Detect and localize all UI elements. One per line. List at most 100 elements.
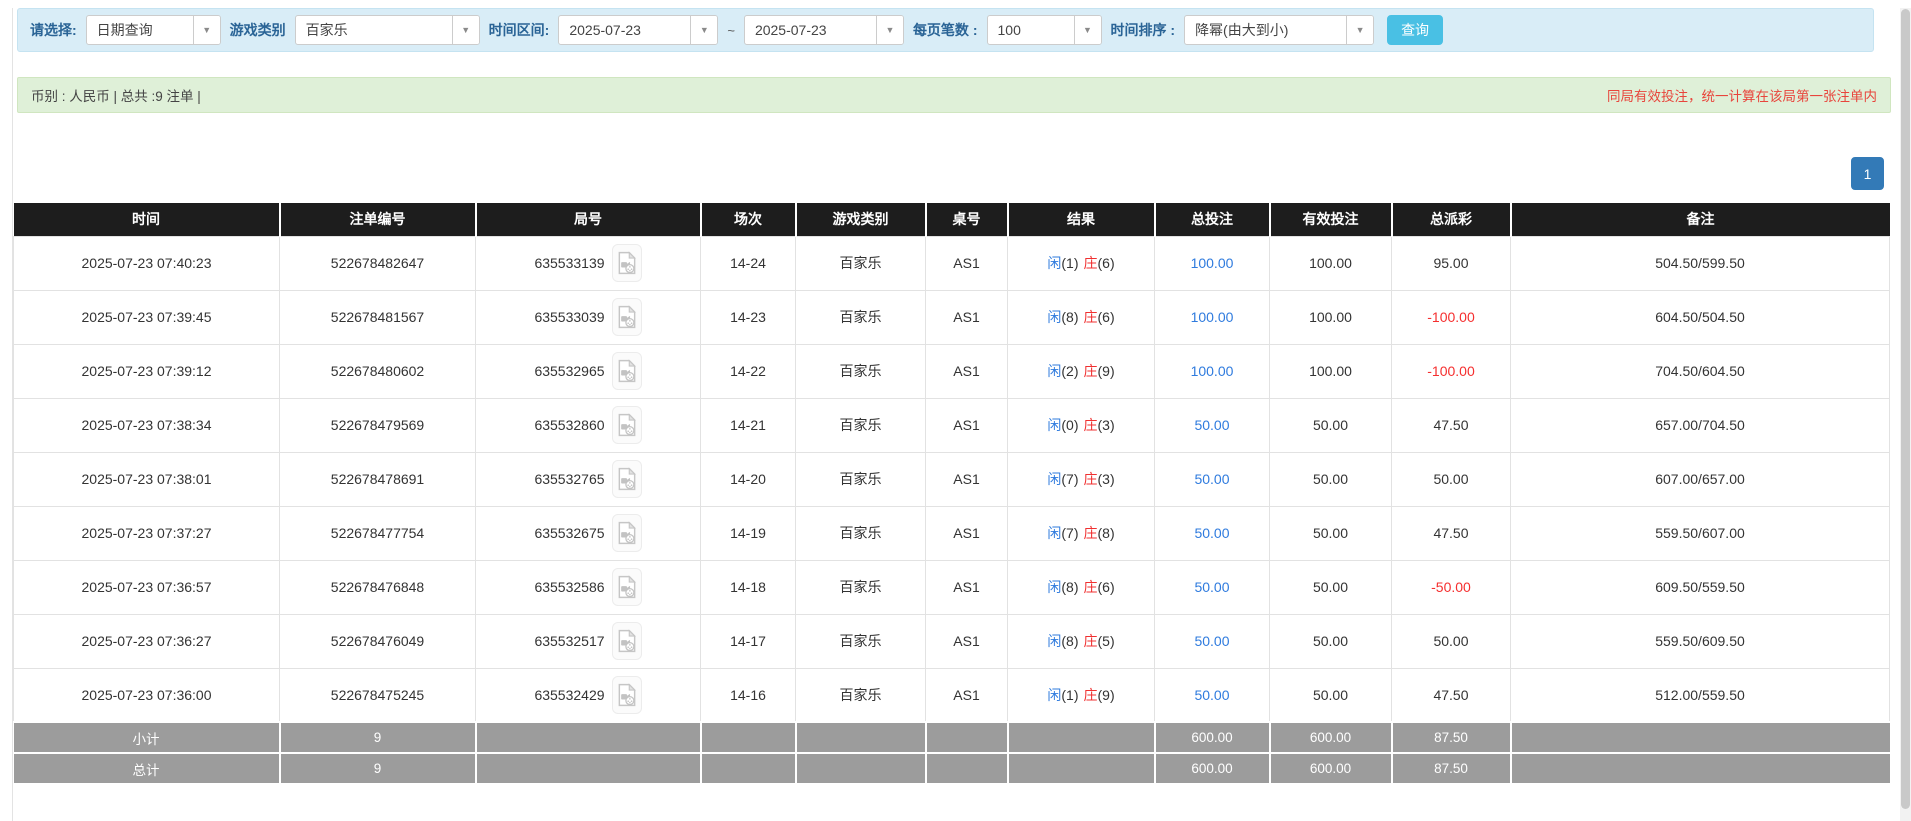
player-points: (1) (1061, 686, 1079, 703)
col-header-session: 场次 (699, 203, 796, 236)
player-points: (1) (1061, 255, 1079, 271)
date-range-separator: ~ (727, 22, 735, 38)
video-replay-button[interactable] (611, 460, 642, 498)
cell-game-type: 百家乐 (795, 505, 926, 561)
banker-points: (6) (1097, 309, 1115, 325)
cell-remark: 607.00/657.00 (1510, 451, 1890, 507)
pagination: 1 (0, 157, 1884, 190)
banker-points: (6) (1097, 579, 1115, 595)
total-bet-link[interactable]: 50.00 (1194, 525, 1229, 541)
player-points: (7) (1061, 525, 1079, 541)
total-bet-link[interactable]: 50.00 (1194, 579, 1229, 595)
banker-points: (3) (1097, 417, 1115, 433)
player-points: (8) (1061, 633, 1079, 649)
col-header-total-bet: 总投注 (1153, 203, 1270, 236)
cell-valid-bet: 50.00 (1269, 667, 1392, 723)
video-replay-button[interactable] (611, 622, 642, 660)
cell-game-type: 百家乐 (795, 613, 926, 669)
cell-remark: 609.50/559.50 (1510, 559, 1890, 615)
table-row: 2025-07-23 07:38:34 522678479569 6355328… (13, 397, 1890, 453)
cell-total-bet: 50.00 (1154, 397, 1270, 453)
total-bet-link[interactable]: 50.00 (1194, 687, 1229, 703)
total-bet-link[interactable]: 50.00 (1194, 417, 1229, 433)
video-replay-button[interactable] (611, 406, 642, 444)
total-valid-bet: 600.00 (1268, 752, 1392, 785)
vertical-scrollbar[interactable] (1900, 8, 1911, 821)
cell-result: 闲(1) 庄(9) (1007, 667, 1155, 723)
page-1-button[interactable]: 1 (1851, 157, 1884, 190)
cell-bet-no: 522678476848 (279, 559, 476, 615)
date-to-select[interactable]: 2025-07-23 ▼ (743, 15, 904, 45)
cell-result: 闲(8) 庄(5) (1007, 613, 1155, 669)
cell-bet-no: 522678478691 (279, 451, 476, 507)
cell-game-type: 百家乐 (795, 559, 926, 615)
player-label: 闲 (1047, 255, 1062, 271)
total-bet-link[interactable]: 100.00 (1191, 363, 1234, 379)
cell-total-bet: 50.00 (1154, 559, 1270, 615)
cell-result: 闲(8) 庄(6) (1007, 289, 1155, 345)
cell-round-no: 635532860 (475, 397, 701, 453)
search-button[interactable]: 查询 (1387, 15, 1444, 45)
banker-label: 庄 (1083, 363, 1098, 379)
page-size-select[interactable]: 100 ▼ (986, 15, 1102, 45)
video-replay-button[interactable] (611, 298, 642, 336)
round-no-text: 635532517 (534, 633, 605, 649)
round-no-text: 635532965 (534, 363, 605, 379)
cell-total-bet: 50.00 (1154, 451, 1270, 507)
date-from-select[interactable]: 2025-07-23 ▼ (558, 15, 719, 45)
video-replay-icon (618, 629, 636, 653)
player-label: 闲 (1047, 579, 1062, 595)
banker-label: 庄 (1083, 525, 1098, 541)
cell-time: 2025-07-23 07:37:27 (13, 505, 280, 561)
chevron-down-icon: ▼ (1073, 16, 1101, 44)
table-row: 2025-07-23 07:39:45 522678481567 6355330… (13, 289, 1890, 345)
cell-payout: -100.00 (1391, 343, 1511, 399)
video-replay-icon (618, 413, 636, 437)
scrollbar-thumb[interactable] (1901, 9, 1910, 809)
cell-valid-bet: 50.00 (1269, 559, 1392, 615)
col-header-valid-bet: 有效投注 (1268, 203, 1392, 236)
cell-valid-bet: 50.00 (1269, 397, 1392, 453)
cell-remark: 559.50/609.50 (1510, 613, 1890, 669)
round-no-text: 635533039 (534, 309, 605, 325)
cell-payout: 47.50 (1391, 397, 1511, 453)
sort-order-select[interactable]: 降幂(由大到小) ▼ (1184, 15, 1375, 45)
cell-result: 闲(2) 庄(9) (1007, 343, 1155, 399)
cell-payout: 50.00 (1391, 451, 1511, 507)
video-replay-button[interactable] (611, 568, 642, 606)
cell-table-no: AS1 (925, 613, 1008, 669)
table-row: 2025-07-23 07:40:23 522678482647 6355331… (13, 235, 1890, 291)
cell-round-no: 635533139 (475, 235, 701, 291)
cell-table-no: AS1 (925, 397, 1008, 453)
query-type-select[interactable]: 日期查询 ▼ (85, 15, 221, 45)
col-header-remark: 备注 (1509, 203, 1890, 236)
player-label: 闲 (1047, 471, 1062, 487)
banker-label: 庄 (1083, 633, 1098, 649)
video-replay-button[interactable] (611, 675, 642, 714)
banker-label: 庄 (1083, 471, 1098, 487)
cell-valid-bet: 100.00 (1269, 235, 1392, 291)
cell-session: 14-17 (700, 613, 796, 669)
cell-game-type: 百家乐 (795, 343, 926, 399)
video-replay-button[interactable] (611, 514, 642, 552)
cell-valid-bet: 100.00 (1269, 289, 1392, 345)
page-left-border (12, 8, 13, 821)
banker-label: 庄 (1083, 579, 1098, 595)
total-bet-link[interactable]: 100.00 (1191, 255, 1234, 271)
cell-payout: -100.00 (1391, 289, 1511, 345)
cell-round-no: 635532765 (475, 451, 701, 507)
cell-time: 2025-07-23 07:39:45 (13, 289, 280, 345)
cell-result: 闲(1) 庄(6) (1007, 235, 1155, 291)
total-bet-link[interactable]: 50.00 (1194, 471, 1229, 487)
subtotal-valid-bet: 600.00 (1268, 721, 1392, 754)
round-no-text: 635532675 (534, 525, 605, 541)
cell-bet-no: 522678475245 (279, 667, 476, 723)
cell-session: 14-18 (700, 559, 796, 615)
query-type-label: 请选择: (30, 22, 77, 38)
video-replay-button[interactable] (611, 244, 642, 282)
total-bet-link[interactable]: 100.00 (1191, 309, 1234, 325)
total-bet-link[interactable]: 50.00 (1194, 633, 1229, 649)
game-type-select[interactable]: 百家乐 ▼ (294, 15, 480, 45)
video-replay-button[interactable] (611, 352, 642, 390)
page-size-value: 100 (997, 22, 1021, 38)
